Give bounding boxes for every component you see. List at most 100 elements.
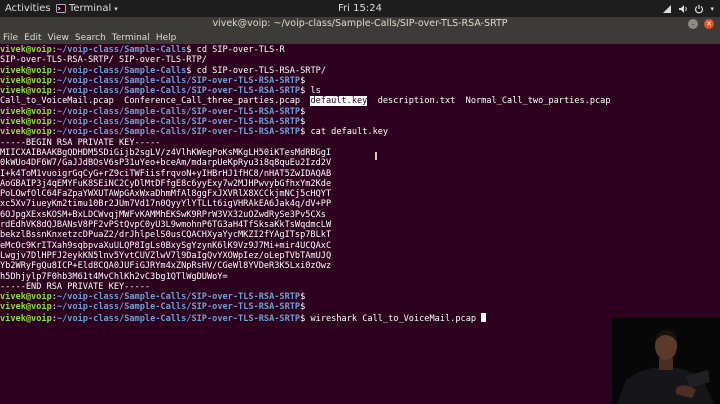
close-button[interactable]: ✕ <box>704 19 714 29</box>
prompt-user: vivek@voip <box>0 86 52 97</box>
prompt-path: ~/voip-class/Sample-Calls/SIP-over-TLS-R… <box>56 127 301 138</box>
prompt-path: ~/voip-class/Sample-Calls/SIP-over-TLS-R… <box>56 302 301 313</box>
prompt-user: vivek@voip <box>0 106 52 117</box>
output-text: SIP-over-TLS-RSA-SRTP/ SIP-over-TLS-RTP/ <box>0 55 207 66</box>
prompt-user: vivek@voip <box>0 117 52 128</box>
prompt-path: ~/voip-class/Sample-Calls/SIP-over-TLS-R… <box>56 106 301 117</box>
command-text: ls <box>305 86 321 97</box>
terminal-line: -----END RSA PRIVATE KEY----- <box>0 282 720 292</box>
terminal-line: h5Dhjylp7F0hb3M61t4MvChlKh2vC3bg1QTlWgDU… <box>0 272 720 282</box>
top-bar: Activities Terminal ▾ Fri 15:24 ▾ <box>0 0 720 17</box>
menu-terminal[interactable]: Terminal <box>109 33 153 43</box>
output-text: I+k4ToM1vuoigrGqCyG+rZ9ciTWFiisfrqvoN+yI… <box>0 168 332 179</box>
ls-output: description.txt Normal_Call_two_parties.… <box>367 96 611 107</box>
chevron-down-icon: ▾ <box>710 4 714 13</box>
output-text: Lwgjv7DlHPFJ2eykKN5lnv5YvtCUVZlwV7l9DaIg… <box>0 250 332 261</box>
output-text: MIICXAIBAAKBgQDHDM5SDiGijb2sgLV/z4VlhKWe… <box>0 147 332 158</box>
prompt-symbol: $ <box>300 75 306 86</box>
webcam-overlay <box>612 318 720 404</box>
output-text: -----BEGIN RSA PRIVATE KEY----- <box>0 137 161 148</box>
output-text: xc5Xv7iueyKm2timu10Br2JUm7Vd17n0QyyYlYTL… <box>0 199 332 210</box>
terminal-line: vivek@voip:~/voip-class/Sample-Calls/SIP… <box>0 302 720 312</box>
terminal-line: vivek@voip:~/voip-class/Sample-Calls/SIP… <box>0 127 720 137</box>
prompt-symbol: $ <box>300 292 306 303</box>
system-tray[interactable]: ▾ <box>662 0 714 17</box>
terminal-line: 6OJpgXExsKOSM+BxLDCWvqjMWFvKAMMhEKSwK9RP… <box>0 210 720 220</box>
output-text: bekzlBssnKnxetzcDPuaZ2/drJhlpelS0usCQACH… <box>0 230 332 241</box>
close-icon: ✕ <box>706 20 712 28</box>
menu-view[interactable]: View <box>45 33 72 43</box>
prompt-user: vivek@voip <box>0 302 52 313</box>
terminal-line: vivek@voip:~/voip-class/Sample-Calls/SIP… <box>0 107 720 117</box>
prompt-user: vivek@voip <box>0 45 52 55</box>
app-menu[interactable]: Terminal ▾ <box>56 3 118 14</box>
menu-bar: File Edit View Search Terminal Help <box>0 31 720 44</box>
prompt-user: vivek@voip <box>0 65 52 76</box>
command-text: cd SIP-over-TLS-R <box>191 45 285 55</box>
menu-help[interactable]: Help <box>153 33 180 43</box>
presenter-figure <box>612 318 720 404</box>
prompt-user: vivek@voip <box>0 127 52 138</box>
network-icon <box>663 4 672 13</box>
prompt-user: vivek@voip <box>0 292 52 303</box>
window-titlebar[interactable]: vivek@voip: ~/voip-class/Sample-Calls/SI… <box>0 17 720 31</box>
output-text: PoLOwfOlC64FaZpaYWXUTAWpGAxWxaDhmMfAl8gg… <box>0 189 332 200</box>
prompt-path: ~/voip-class/Sample-Calls/SIP-over-TLS-R… <box>56 86 301 97</box>
output-text: 6OJpgXExsKOSM+BxLDCWvqjMWFvKAMMhEKSwK9RP… <box>0 209 326 220</box>
terminal-line: vivek@voip:~/voip-class/Sample-Calls$ cd… <box>0 66 720 76</box>
output-text: eMcOc9KrITXah9sqbpvaXuULQP8IgLs0BxySgYzy… <box>0 240 332 251</box>
terminal-line: SIP-over-TLS-RSA-SRTP/ SIP-over-TLS-RTP/ <box>0 55 720 65</box>
chevron-down-icon: ▾ <box>114 4 118 13</box>
selected-filename: default.key <box>310 96 368 107</box>
prompt-symbol: $ <box>300 117 306 128</box>
terminal-line: vivek@voip:~/voip-class/Sample-Calls/SIP… <box>0 292 720 302</box>
terminal-line: PoLOwfOlC64FaZpaYWXUTAWpGAxWxaDhmMfAl8gg… <box>0 189 720 199</box>
prompt-user: vivek@voip <box>0 75 52 86</box>
terminal-line: 0kWUo4DF6W7/GaJJdBOsV6sP31uYeo+bceAm/mda… <box>0 158 720 168</box>
text-cursor <box>481 312 487 322</box>
terminal-line: bekzlBssnKnxetzcDPuaZ2/drJhlpelS0usCQACH… <box>0 230 720 240</box>
terminal-line: vivek@voip:~/voip-class/Sample-Calls/SIP… <box>0 76 720 86</box>
prompt-path: ~/voip-class/Sample-Calls/SIP-over-TLS-R… <box>56 292 301 303</box>
output-text: rdEdhVK8dQJBANsV8PF2vPStQvpC0yU3L9wmohnP… <box>0 220 332 231</box>
prompt-path: ~/voip-class/Sample-Calls <box>56 45 187 55</box>
power-icon <box>695 4 704 13</box>
terminal-line: -----BEGIN RSA PRIVATE KEY----- <box>0 138 720 148</box>
clock[interactable]: Fri 15:24 <box>338 3 382 14</box>
terminal-line: vivek@voip:~/voip-class/Sample-Calls/SIP… <box>0 86 720 96</box>
terminal-line: Lwgjv7DlHPFJ2eykKN5lnv5YvtCUVZlwV7l9DaIg… <box>0 251 720 261</box>
terminal-line: eMcOc9KrITXah9sqbpvaXuULQP8IgLs0BxySgYzy… <box>0 241 720 251</box>
prompt-path: ~/voip-class/Sample-Calls/SIP-over-TLS-R… <box>56 313 301 324</box>
terminal-icon <box>56 4 66 13</box>
activities-button[interactable]: Activities <box>0 3 51 14</box>
output-text: h5Dhjylp7F0hb3M61t4MvChlKh2vC3bg1QTlWgDU… <box>0 271 228 282</box>
command-text: wireshark Call_to_VoiceMail.pcap <box>305 313 482 324</box>
minimize-button[interactable]: – <box>688 19 698 29</box>
menu-search[interactable]: Search <box>72 33 109 43</box>
output-text: 0kWUo4DF6W7/GaJJdBOsV6sP31uYeo+bceAm/mda… <box>0 158 332 169</box>
output-text: AoGBAIP3j4qEMYFuK8SEiNC2CyDlMtDFfgE8c6yy… <box>0 178 332 189</box>
app-name: Terminal <box>69 3 112 14</box>
volume-icon <box>679 4 688 13</box>
prompt-path: ~/voip-class/Sample-Calls <box>56 65 187 76</box>
command-text: cd SIP-over-TLS-RSA-SRTP/ <box>191 65 327 76</box>
menu-file[interactable]: File <box>0 33 21 43</box>
terminal-line: vivek@voip:~/voip-class/Sample-Calls/SIP… <box>0 117 720 127</box>
prompt-symbol: $ <box>300 302 306 313</box>
output-text: Yb2WRyFgQu8ICP+Eld8CQA0JUFiGJRYm4xZNpRsH… <box>0 261 332 272</box>
terminal-line: xc5Xv7iueyKm2timu10Br2JUm7Vd17n0QyyYlYTL… <box>0 199 720 209</box>
prompt-path: ~/voip-class/Sample-Calls/SIP-over-TLS-R… <box>56 75 301 86</box>
terminal-line: Yb2WRyFgQu8ICP+Eld8CQA0JUFiGJRYm4xZNpRsH… <box>0 261 720 271</box>
output-text: -----END RSA PRIVATE KEY----- <box>0 281 151 292</box>
terminal-line: AoGBAIP3j4qEMYFuK8SEiNC2CyDlMtDFfgE8c6yy… <box>0 179 720 189</box>
terminal-line: rdEdhVK8dQJBANsV8PF2vPStQvpC0yU3L9wmohnP… <box>0 220 720 230</box>
menu-edit[interactable]: Edit <box>21 33 44 43</box>
terminal-line: Call_to_VoiceMail.pcap Conference_Call_t… <box>0 96 720 107</box>
terminal-line: I+k4ToM1vuoigrGqCyG+rZ9ciTWFiisfrqvoN+yI… <box>0 169 720 179</box>
mouse-pointer <box>375 152 377 160</box>
minimize-icon: – <box>691 20 695 28</box>
prompt-path: ~/voip-class/Sample-Calls/SIP-over-TLS-R… <box>56 117 301 128</box>
terminal-line: MIICXAIBAAKBgQDHDM5SDiGijb2sgLV/z4VlhKWe… <box>0 148 720 158</box>
ls-output: Call_to_VoiceMail.pcap Conference_Call_t… <box>0 96 311 107</box>
prompt-user: vivek@voip <box>0 313 52 324</box>
